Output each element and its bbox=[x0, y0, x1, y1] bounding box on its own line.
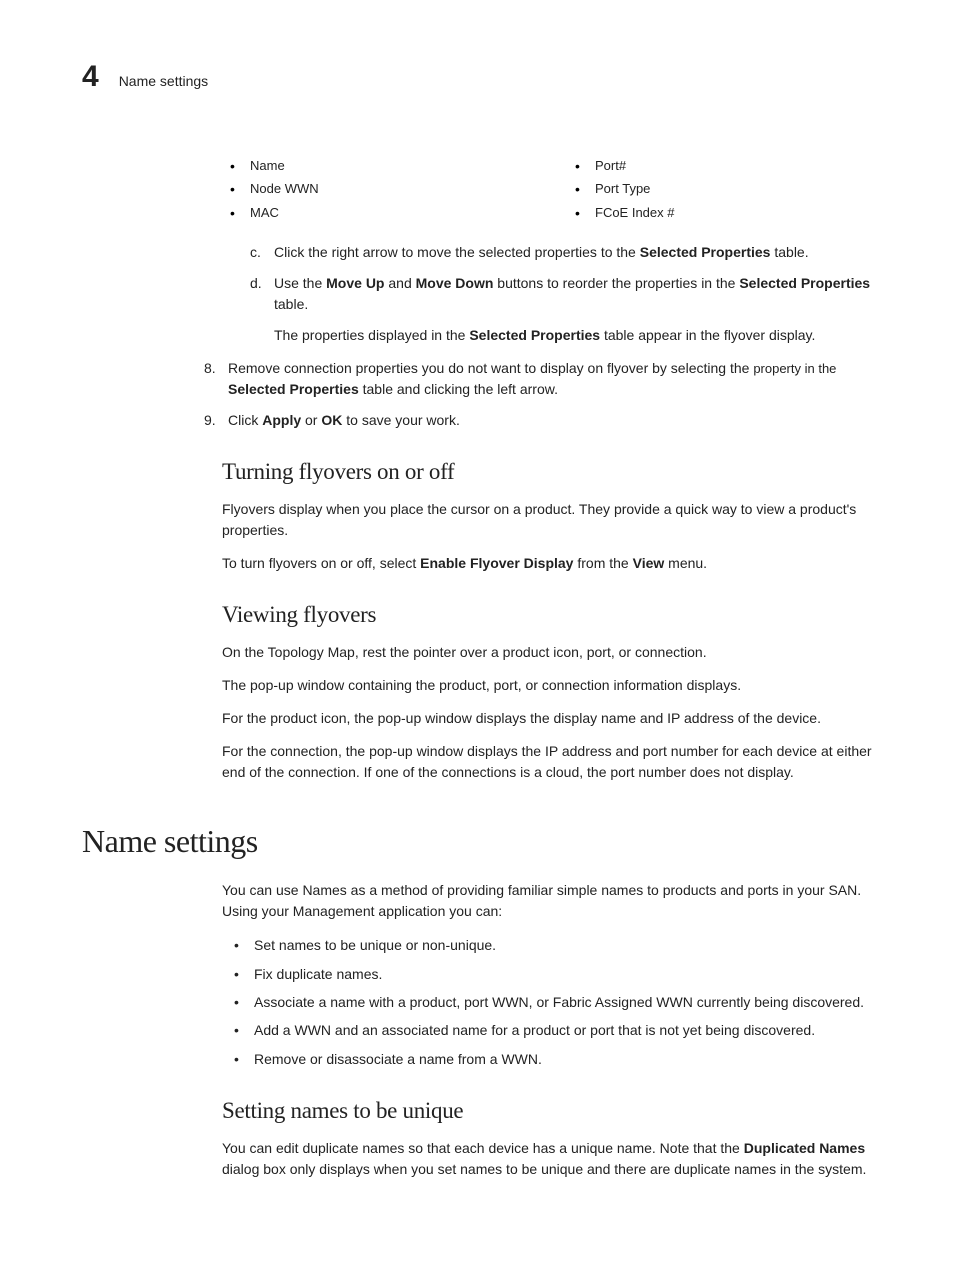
paragraph: You can edit duplicate names so that eac… bbox=[222, 1138, 872, 1180]
paragraph: To turn flyovers on or off, select Enabl… bbox=[222, 553, 872, 574]
text: table. bbox=[770, 244, 808, 260]
heading-name-settings: Name settings bbox=[82, 823, 872, 860]
page: 4 Name settings Name Node WWN MAC Port# … bbox=[0, 0, 954, 1272]
text: Remove connection properties you do not … bbox=[228, 360, 753, 376]
paragraph: For the connection, the pop-up window di… bbox=[222, 741, 872, 783]
paragraph: Flyovers display when you place the curs… bbox=[222, 499, 872, 541]
text: You can edit duplicate names so that eac… bbox=[222, 1140, 744, 1156]
step-marker: d. bbox=[250, 273, 262, 294]
numbered-steps: 8. Remove connection properties you do n… bbox=[204, 358, 872, 431]
bold-term: Selected Properties bbox=[228, 381, 359, 397]
list-item: Set names to be unique or non-unique. bbox=[230, 934, 872, 956]
bold-term: Selected Properties bbox=[640, 244, 771, 260]
list-item: Fix duplicate names. bbox=[230, 963, 872, 985]
text: buttons to reorder the properties in the bbox=[493, 275, 739, 291]
list-item: Port Type bbox=[567, 177, 872, 200]
list-item: Associate a name with a product, port WW… bbox=[230, 991, 872, 1013]
text: Click bbox=[228, 412, 262, 428]
bold-term: Move Up bbox=[326, 275, 384, 291]
heading-setting-names-unique: Setting names to be unique bbox=[222, 1098, 872, 1124]
lettered-steps: c. Click the right arrow to move the sel… bbox=[250, 242, 872, 346]
bold-term: Duplicated Names bbox=[744, 1140, 865, 1156]
list-item: Name bbox=[222, 154, 527, 177]
list-item: Remove or disassociate a name from a WWN… bbox=[230, 1048, 872, 1070]
paragraph: For the product icon, the pop-up window … bbox=[222, 708, 872, 729]
bold-term: Enable Flyover Display bbox=[420, 555, 573, 571]
text: and bbox=[384, 275, 415, 291]
content-column: You can use Names as a method of providi… bbox=[222, 880, 872, 1180]
step-marker: 9. bbox=[204, 410, 216, 431]
text: from the bbox=[573, 555, 632, 571]
paragraph: On the Topology Map, rest the pointer ov… bbox=[222, 642, 872, 663]
step-d: d. Use the Move Up and Move Down buttons… bbox=[250, 273, 872, 346]
text: dialog box only displays when you set na… bbox=[222, 1161, 866, 1177]
content-column: Name Node WWN MAC Port# Port Type FCoE I… bbox=[222, 154, 872, 783]
bold-term: Selected Properties bbox=[739, 275, 870, 291]
page-header: 4 Name settings bbox=[82, 60, 872, 94]
text: The properties displayed in the bbox=[274, 327, 469, 343]
list-item: Port# bbox=[567, 154, 872, 177]
text: menu. bbox=[664, 555, 707, 571]
text: to save your work. bbox=[342, 412, 460, 428]
bold-term: Move Down bbox=[416, 275, 494, 291]
heading-turning-flyovers: Turning flyovers on or off bbox=[222, 459, 872, 485]
bold-term: OK bbox=[321, 412, 342, 428]
paragraph: You can use Names as a method of providi… bbox=[222, 880, 872, 922]
bold-term: Apply bbox=[262, 412, 301, 428]
text: To turn flyovers on or off, select bbox=[222, 555, 420, 571]
list-item: MAC bbox=[222, 201, 527, 224]
list-item: Add a WWN and an associated name for a p… bbox=[230, 1019, 872, 1041]
list-item: FCoE Index # bbox=[567, 201, 872, 224]
heading-viewing-flyovers: Viewing flyovers bbox=[222, 602, 872, 628]
bold-term: View bbox=[633, 555, 665, 571]
bullets-left: Name Node WWN MAC bbox=[222, 154, 527, 224]
bullets-right: Port# Port Type FCoE Index # bbox=[567, 154, 872, 224]
text: table. bbox=[274, 296, 308, 312]
property-bullets: Name Node WWN MAC Port# Port Type FCoE I… bbox=[222, 154, 872, 224]
paragraph: The pop-up window containing the product… bbox=[222, 675, 872, 696]
list-item: Node WWN bbox=[222, 177, 527, 200]
step-9: 9. Click Apply or OK to save your work. bbox=[204, 410, 872, 431]
step-marker: c. bbox=[250, 242, 261, 263]
step-c: c. Click the right arrow to move the sel… bbox=[250, 242, 872, 263]
text: Use the bbox=[274, 275, 326, 291]
text: table appear in the flyover display. bbox=[600, 327, 815, 343]
text: property in the bbox=[753, 361, 836, 376]
text: table and clicking the left arrow. bbox=[359, 381, 558, 397]
step-note: The properties displayed in the Selected… bbox=[274, 325, 872, 346]
step-marker: 8. bbox=[204, 358, 216, 379]
bold-term: Selected Properties bbox=[469, 327, 600, 343]
text: or bbox=[301, 412, 321, 428]
header-title: Name settings bbox=[119, 73, 208, 89]
step-8: 8. Remove connection properties you do n… bbox=[204, 358, 872, 400]
text: Click the right arrow to move the select… bbox=[274, 244, 640, 260]
major-section: Name settings You can use Names as a met… bbox=[82, 823, 872, 1180]
chapter-number: 4 bbox=[82, 60, 99, 94]
name-settings-bullets: Set names to be unique or non-unique. Fi… bbox=[230, 934, 872, 1070]
